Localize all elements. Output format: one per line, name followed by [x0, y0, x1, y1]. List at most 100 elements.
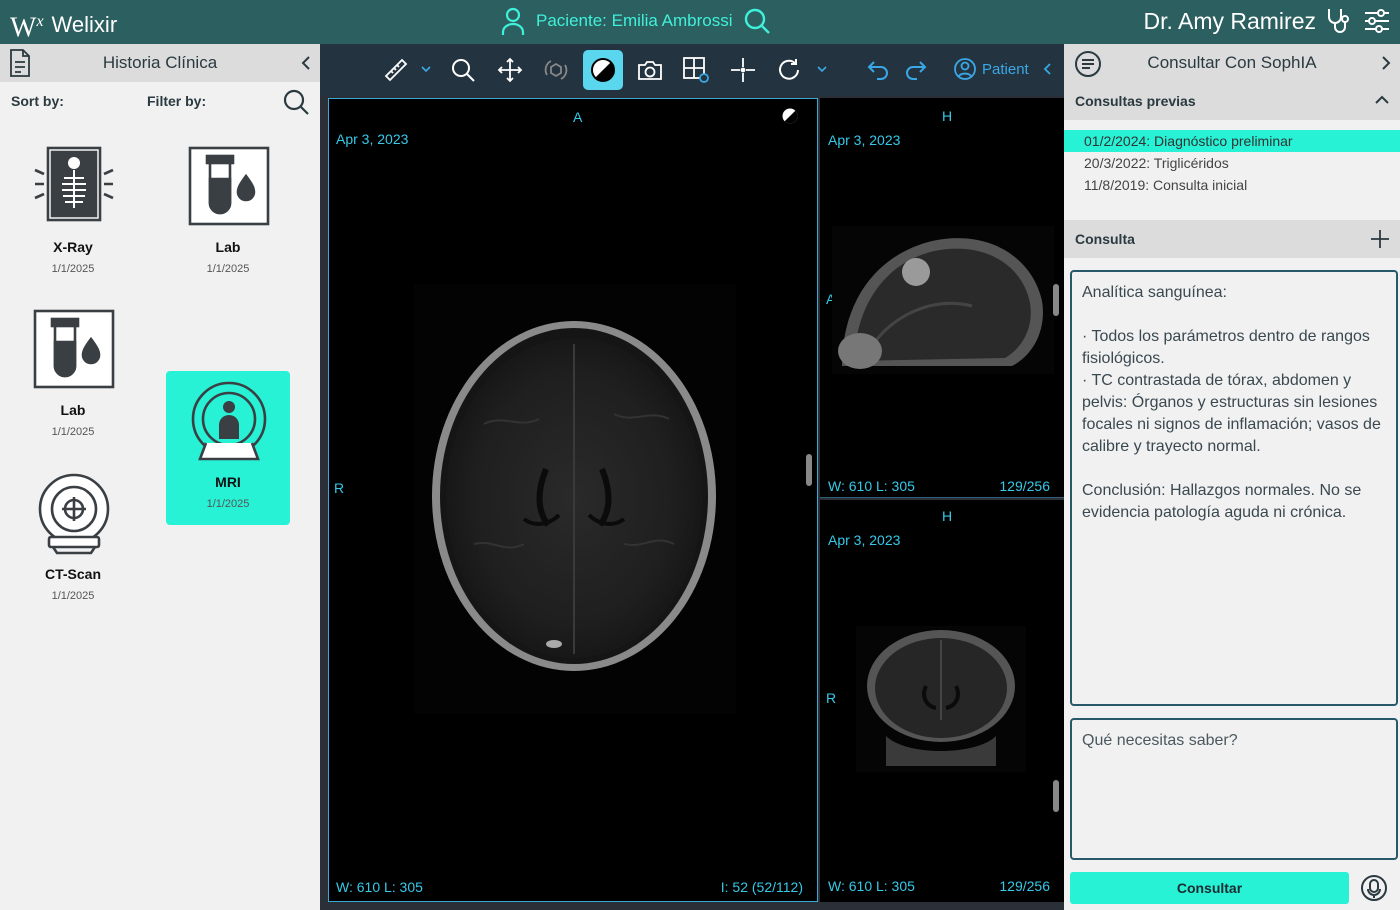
user-icon: [500, 6, 526, 36]
slice-index-label: I: 52 (52/112): [720, 879, 803, 895]
previous-consults-header[interactable]: Consultas previas: [1064, 82, 1400, 120]
panel-title: Historia Clínica: [102, 53, 218, 72]
patient-button-label: Patient: [982, 60, 1029, 78]
stethoscope-icon[interactable]: [1324, 6, 1354, 36]
patient-name: Paciente: Emilia Ambrossi: [536, 11, 733, 30]
study-card-ct-scan[interactable]: CT-Scan 1/1/2025: [11, 463, 135, 617]
crosshair-icon: [730, 57, 756, 83]
layout-tool-button[interactable]: [676, 50, 716, 90]
search-icon[interactable]: [743, 7, 771, 35]
consult-line: · Todos los parámetros dentro de rangos …: [1082, 328, 1370, 367]
chevron-down-icon[interactable]: [816, 63, 828, 75]
slice-index-label: 129/256: [999, 478, 1050, 494]
brand-name: Welixir: [51, 12, 118, 38]
study-card-lab[interactable]: Lab 1/1/2025: [11, 299, 135, 453]
microphone-icon[interactable]: [1360, 874, 1388, 902]
list-item[interactable]: 20/3/2022: Triglicéridos: [1064, 152, 1400, 174]
section-title: Consulta: [1075, 231, 1135, 247]
study-date-label: Apr 3, 2023: [828, 532, 901, 548]
slice-scrollbar[interactable]: [806, 454, 812, 486]
study-card-lab[interactable]: Lab 1/1/2025: [166, 136, 290, 290]
reset-tool-button[interactable]: [769, 50, 809, 90]
chevron-down-icon[interactable]: [420, 63, 432, 75]
study-card-xray[interactable]: X-Ray 1/1/2025: [11, 136, 135, 290]
move-icon: [497, 57, 523, 83]
document-icon[interactable]: [8, 49, 32, 77]
sophia-header: Consultar Con SophIA: [1064, 44, 1400, 82]
add-icon[interactable]: [1370, 229, 1390, 249]
study-name: MRI: [215, 474, 241, 490]
slice-scrollbar[interactable]: [1053, 284, 1059, 316]
study-date: 1/1/2025: [206, 263, 250, 275]
window-level-label: W: 610 L: 305: [828, 878, 915, 894]
viewport-sagittal[interactable]: H Apr 3, 2023 A W: 610 L: 305 129/256: [820, 98, 1064, 498]
measure-tool-button[interactable]: [376, 50, 416, 90]
undo-icon: [866, 58, 890, 82]
doctor-name: Dr. Amy Ramirez: [1143, 7, 1316, 34]
zoom-icon: [450, 57, 476, 83]
chevron-right-icon[interactable]: [1380, 55, 1392, 71]
slice-index-label: 129/256: [999, 878, 1050, 894]
consult-response-box[interactable]: Analítica sanguínea: · Todos los parámet…: [1070, 270, 1398, 706]
orientation-label-left: R: [826, 690, 837, 706]
zoom-tool-button[interactable]: [443, 50, 483, 90]
study-card-mri[interactable]: MRI 1/1/2025: [166, 371, 290, 525]
list-item[interactable]: 01/2/2024: Diagnóstico preliminar: [1064, 130, 1400, 152]
sort-by-control[interactable]: Sort by:: [11, 93, 64, 109]
orientation-label-top: H: [942, 108, 953, 124]
contrast-tool-button[interactable]: [583, 50, 623, 90]
study-date: 1/1/2025: [206, 498, 250, 510]
window-level-label: W: 610 L: 305: [336, 879, 423, 895]
redo-button[interactable]: [896, 50, 936, 90]
window-level-label: W: 610 L: 305: [828, 478, 915, 494]
study-name: Lab: [215, 239, 241, 255]
consultar-button[interactable]: Consultar: [1070, 872, 1349, 904]
undo-button[interactable]: [858, 50, 898, 90]
viewport-axial[interactable]: A Apr 3, 2023 R W: 610 L: 305 I: 52 (52/…: [328, 98, 818, 902]
orientation-label-top: H: [942, 508, 953, 524]
mri-axial-image: [414, 284, 736, 714]
lab-icon: [188, 146, 270, 228]
viewer-toolbar: Patient: [320, 44, 1064, 96]
contrast-icon[interactable]: [781, 107, 799, 125]
pan-tool-button[interactable]: [490, 50, 530, 90]
slice-scrollbar[interactable]: [1053, 780, 1059, 812]
doctor-menu[interactable]: Dr. Amy Ramirez: [1143, 6, 1392, 36]
patient-icon: [954, 58, 976, 80]
rotate-3d-tool-button[interactable]: [536, 50, 576, 90]
clinical-history-header: Historia Clínica: [0, 44, 320, 82]
contrast-icon: [590, 57, 616, 83]
consult-line: Conclusión: Hallazgos normales. No se ev…: [1082, 482, 1362, 521]
mri-coronal-image: [856, 626, 1026, 772]
study-name: Lab: [60, 402, 86, 418]
snapshot-tool-button[interactable]: [630, 50, 670, 90]
question-input[interactable]: Qué necesitas saber?: [1070, 718, 1398, 860]
filter-by-control[interactable]: Filter by:: [147, 93, 206, 109]
mri-icon: [188, 381, 270, 463]
viewport-coronal[interactable]: H Apr 3, 2023 R W: 610 L: 305 129/256: [820, 500, 1064, 902]
list-item[interactable]: 11/8/2019: Consulta inicial: [1064, 174, 1400, 196]
ruler-icon: [383, 57, 409, 83]
study-date-label: Apr 3, 2023: [828, 132, 901, 148]
study-date-label: Apr 3, 2023: [336, 131, 409, 147]
collapse-left-icon[interactable]: [300, 55, 312, 71]
study-name: X-Ray: [53, 239, 93, 255]
rotate-cw-icon: [776, 57, 802, 83]
search-icon[interactable]: [282, 88, 310, 116]
brand-logo: Wx: [10, 12, 44, 44]
ct-scan-icon: [33, 473, 115, 555]
study-name: CT-Scan: [44, 566, 101, 582]
orientation-label-left: R: [334, 480, 345, 496]
redo-icon: [904, 58, 928, 82]
xray-icon: [33, 146, 115, 228]
crosshair-tool-button[interactable]: [723, 50, 763, 90]
study-date: 1/1/2025: [51, 590, 95, 602]
consult-header: Consulta: [1064, 220, 1400, 258]
layout-grid-icon: [682, 56, 710, 84]
patient-indicator[interactable]: Paciente: Emilia Ambrossi: [500, 6, 771, 36]
brand[interactable]: Wx Welixir: [10, 7, 117, 43]
patient-info-button[interactable]: Patient: [954, 58, 1053, 80]
chevron-up-icon[interactable]: [1374, 94, 1390, 106]
settings-sliders-icon[interactable]: [1362, 6, 1392, 36]
study-date: 1/1/2025: [51, 263, 95, 275]
